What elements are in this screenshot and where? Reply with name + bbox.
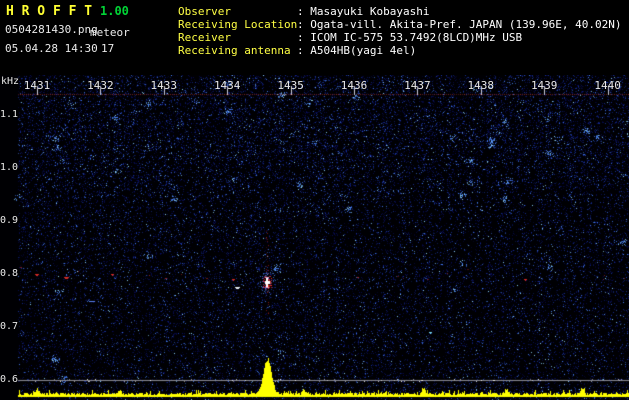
station-info-row: Observer : Masayuki Kobayashi: [178, 5, 622, 18]
station-info-row: Receiver : ICOM IC-575 53.7492(8LCD)MHz U…: [178, 31, 622, 44]
station-info-row: Receiving Location: Ogata-vill. Akita-Pr…: [178, 18, 622, 31]
station-info-field-value: : Ogata-vill. Akita-Pref. JAPAN (139.96E…: [297, 18, 622, 31]
meteor-count-label: meteor: [90, 26, 130, 39]
meteor-count-value: 17: [101, 42, 115, 55]
station-info-row: Receiving antenna : A504HB(yagi 4el): [178, 44, 622, 57]
app-version: 1.00: [100, 4, 129, 18]
station-info-field-value: : ICOM IC-575 53.7492(8LCD)MHz USB: [297, 31, 523, 44]
station-info-field-value: : Masayuki Kobayashi: [297, 5, 430, 18]
station-info: Observer : Masayuki Kobayashi Receiving Lo…: [178, 5, 622, 57]
output-filename: 0504281430.png: [5, 23, 98, 36]
station-info-field-label: Receiver: [178, 31, 231, 44]
spectrogram-canvas: [0, 75, 629, 400]
observation-datetime: 05.04.28 14:30: [5, 42, 98, 55]
station-info-field-value: : A504HB(yagi 4el): [297, 44, 417, 57]
station-info-field-label: Receiving Location: [178, 18, 298, 31]
hrofft-screen: H R O F F T 1.00 0504281430.png meteor 0…: [0, 0, 629, 400]
app-title: H R O F F T: [6, 4, 93, 19]
station-info-field-label: Receiving antenna: [178, 44, 291, 57]
station-info-field-label: Observer: [178, 5, 231, 18]
